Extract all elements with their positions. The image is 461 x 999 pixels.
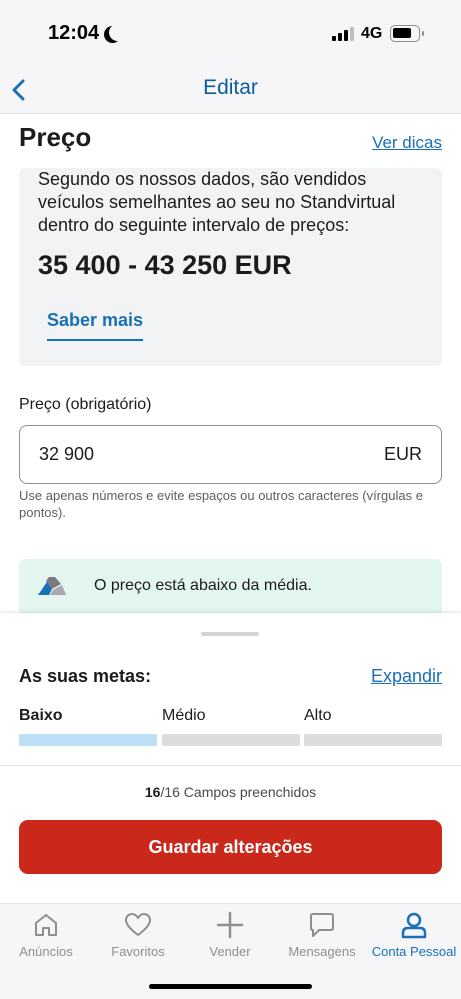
plus-icon [216, 911, 244, 939]
tab-label-favorites: Favoritos [111, 944, 165, 959]
goal-bar-medium [162, 734, 300, 746]
divider [0, 765, 461, 766]
user-icon [401, 912, 427, 939]
price-input-hint: Use apenas números e evite espaços ou ou… [19, 488, 423, 520]
learn-more-link[interactable]: Saber mais [47, 310, 144, 341]
page-title: Editar [203, 76, 258, 99]
cellular-signal-icon [332, 27, 354, 41]
tab-favorites[interactable]: Favoritos [92, 910, 184, 959]
price-field-label: Preço (obrigatório) [19, 396, 152, 413]
tab-label-ads: Anúncios [19, 944, 73, 959]
save-changes-button[interactable]: Guardar alterações [19, 820, 442, 874]
goals-title: As suas metas: [19, 666, 152, 686]
market-price-range: 35 400 - 43 250 EUR [38, 250, 292, 280]
goal-bar-high [304, 734, 442, 746]
status-time: 12:04 [48, 22, 100, 44]
fields-total: /16 [160, 784, 180, 800]
chat-bubble-icon [310, 913, 334, 937]
heart-icon [125, 913, 151, 936]
price-evaluation-text: O preço está abaixo da média. [94, 577, 312, 594]
tab-label-sell: Vender [209, 944, 251, 959]
home-indicator [149, 984, 312, 989]
price-input[interactable]: 32 900 EUR [19, 425, 442, 484]
moon-icon [109, 24, 126, 41]
sheet-grabber[interactable] [201, 632, 259, 636]
nav-bar: Editar [0, 66, 461, 114]
price-gauge-icon [38, 577, 66, 595]
goals-sheet: As suas metas: Expandir Baixo Médio Alto… [0, 613, 461, 903]
tab-ads[interactable]: Anúncios [0, 910, 92, 959]
tab-label-messages: Mensagens [288, 944, 356, 959]
tab-account[interactable]: Conta Pessoal [368, 910, 460, 959]
fields-completed-count: 16/16 Campos preenchidos [0, 784, 461, 800]
fields-filled-number: 16 [144, 784, 161, 800]
goal-label-high: Alto [304, 707, 332, 724]
market-price-info-text: Segundo os nossos dados, são vendidos ve… [38, 169, 396, 235]
status-bar: 12:04 4G [0, 0, 461, 66]
home-icon [35, 914, 57, 936]
tab-label-account: Conta Pessoal [371, 944, 457, 959]
battery-icon [390, 25, 424, 42]
goal-label-medium: Médio [162, 707, 206, 724]
section-title-price: Preço [19, 122, 92, 152]
tab-sell[interactable]: Vender [184, 910, 276, 959]
tab-messages[interactable]: Mensagens [276, 910, 368, 959]
price-currency: EUR [383, 444, 422, 464]
network-type: 4G [361, 25, 383, 42]
expand-goals-link[interactable]: Expandir [371, 666, 442, 687]
price-input-value[interactable]: 32 900 [39, 444, 94, 465]
goal-label-low: Baixo [19, 707, 63, 724]
view-tips-link[interactable]: Ver dicas [372, 133, 442, 153]
fields-suffix: Campos preenchidos [179, 784, 317, 800]
goal-bar-low [19, 734, 157, 746]
market-price-info-box: Segundo os nossos dados, são vendidos ve… [19, 168, 442, 366]
price-evaluation-banner: O preço está abaixo da média. [19, 559, 442, 613]
